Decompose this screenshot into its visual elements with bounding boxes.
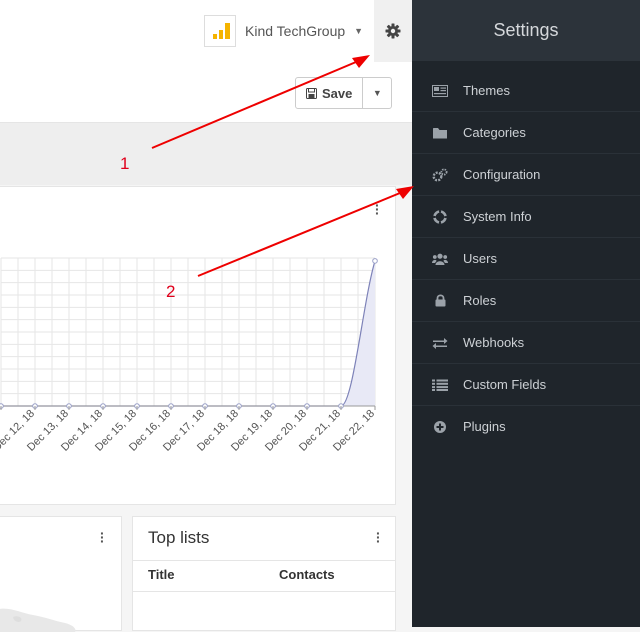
gear-icon [385,23,401,39]
account-menu-button[interactable]: Kind TechGroup ▼ [204,14,363,48]
exchange-icon [432,337,448,349]
chevron-down-icon: ▼ [354,26,364,36]
data-point [0,403,4,409]
brand-logo [204,15,236,47]
life-ring-icon [432,209,448,224]
sidebar-item-system-info[interactable]: System Info [412,196,640,238]
sidebar-item-users[interactable]: Users [412,238,640,280]
users-icon [432,253,448,265]
annotation-label-2: 2 [166,282,176,301]
world-map [0,608,76,632]
sidebar-item-webhooks[interactable]: Webhooks [412,322,640,364]
sidebar-item-categories[interactable]: Categories [412,112,640,154]
column-header-contacts[interactable]: Contacts [279,567,335,582]
lock-icon [432,294,448,307]
top-lists-options-kebab-icon[interactable]: · · · [376,526,381,548]
save-options-dropdown[interactable]: ▼ [363,78,391,108]
org-name: Kind TechGroup [245,23,346,39]
sidebar-item-custom-fields[interactable]: Custom Fields [412,364,640,406]
map-card: · · · [0,516,122,632]
column-header-title[interactable]: Title [148,567,175,582]
settings-sidebar: Settings Themes Categories Configuration… [412,0,640,627]
page-toolbar: Save ▼ [0,62,412,123]
save-button-group: Save ▼ [295,77,393,109]
annotation-label-1: 1 [120,154,130,173]
folder-icon [432,127,448,139]
sidebar-item-plugins[interactable]: Plugins [412,406,640,447]
data-point [372,258,378,264]
cogs-icon [432,168,448,182]
save-button[interactable]: Save [296,78,364,108]
filter-strip [0,123,412,185]
sidebar-item-configuration[interactable]: Configuration [412,154,640,196]
settings-title: Settings [412,0,640,61]
top-lists-card: Top lists · · · Title Contacts [132,516,396,631]
save-label: Save [322,85,353,101]
top-bar: Kind TechGroup ▼ [0,0,412,63]
settings-gear-button[interactable] [374,0,412,62]
list-icon [432,379,448,391]
sidebar-item-themes[interactable]: Themes [412,70,640,112]
chart-card: · · · 18 Dec 12, 18 Dec 13, 18 Dec 14, 18 Dec … [0,186,396,505]
newspaper-icon [432,84,448,97]
plus-circle-icon [432,420,448,434]
line-chart: 18Dec 12, 18Dec 13, 18Dec 14, 18Dec 15, … [0,257,378,454]
top-lists-title: Top lists [148,528,210,547]
caret-down-icon: ▼ [372,88,382,98]
x-tick-label: 18 [0,408,3,425]
floppy-disk-icon [306,87,317,99]
sidebar-item-roles[interactable]: Roles [412,280,640,322]
